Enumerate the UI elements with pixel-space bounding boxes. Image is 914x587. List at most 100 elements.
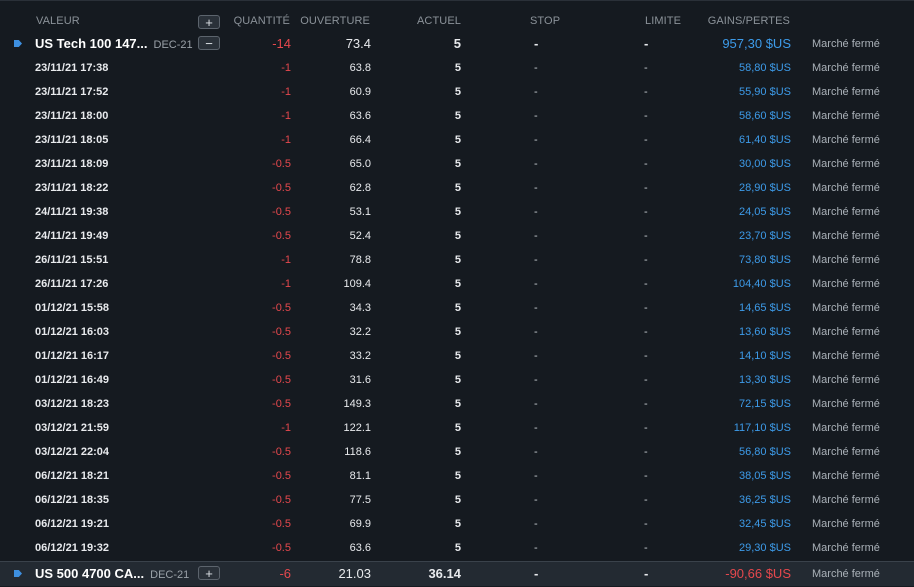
position-date[interactable]: 23/11/21 17:38: [35, 56, 108, 80]
stop-value[interactable]: -: [534, 56, 538, 80]
stop-value[interactable]: -: [534, 152, 538, 176]
position-date[interactable]: 03/12/21 21:59: [35, 416, 109, 440]
position-row[interactable]: 03/12/21 21:59 -1 122.1 5 - - 117,10 $US Marché…: [0, 416, 914, 440]
position-row[interactable]: 06/12/21 19:32 -0.5 63.6 5 - - 29,30 $US Marché…: [0, 536, 914, 560]
limit-value[interactable]: -: [644, 320, 648, 344]
stop-value[interactable]: -: [534, 344, 538, 368]
position-row[interactable]: 03/12/21 18:23 -0.5 149.3 5 - - 72,15 $US March…: [0, 392, 914, 416]
position-row[interactable]: 23/11/21 18:22 -0.5 62.8 5 - - 28,90 $US Marché…: [0, 176, 914, 200]
collapse-group-button[interactable]: −: [198, 36, 220, 50]
limit-value[interactable]: -: [644, 368, 648, 392]
stop-value[interactable]: -: [534, 536, 538, 560]
header-valeur[interactable]: VALEUR: [36, 15, 80, 27]
position-date[interactable]: 01/12/21 15:58: [35, 296, 109, 320]
header-quantite[interactable]: QUANTITÉ: [234, 15, 290, 27]
position-date[interactable]: 23/11/21 18:00: [35, 104, 108, 128]
limit-value[interactable]: -: [644, 416, 648, 440]
limit-value[interactable]: -: [644, 80, 648, 104]
limit-value[interactable]: -: [644, 104, 648, 128]
limit-value[interactable]: -: [644, 296, 648, 320]
position-row[interactable]: 06/12/21 19:21 -0.5 69.9 5 - - 32,45 $US Marché…: [0, 512, 914, 536]
position-row[interactable]: 01/12/21 16:03 -0.5 32.2 5 - - 13,60 $US Marché…: [0, 320, 914, 344]
stop-value[interactable]: -: [534, 416, 538, 440]
stop-value[interactable]: -: [534, 320, 538, 344]
position-date[interactable]: 26/11/21 15:51: [35, 248, 108, 272]
position-row[interactable]: 23/11/21 17:38 -1 63.8 5 - - 58,80 $US Marché f…: [0, 56, 914, 80]
stop-value[interactable]: -: [534, 128, 538, 152]
position-row[interactable]: 23/11/21 18:09 -0.5 65.0 5 - - 30,00 $US Marché…: [0, 152, 914, 176]
limit-value[interactable]: -: [644, 440, 648, 464]
expand-group-button[interactable]: +: [198, 566, 220, 580]
stop-value[interactable]: -: [534, 488, 538, 512]
stop-value[interactable]: -: [534, 248, 538, 272]
position-row[interactable]: 06/12/21 18:35 -0.5 77.5 5 - - 36,25 $US Marché…: [0, 488, 914, 512]
stop-value[interactable]: -: [534, 296, 538, 320]
position-row[interactable]: 23/11/21 18:05 -1 66.4 5 - - 61,40 $US Marché f…: [0, 128, 914, 152]
stop-value[interactable]: -: [534, 368, 538, 392]
limit-value[interactable]: -: [644, 152, 648, 176]
stop-value[interactable]: -: [534, 512, 538, 536]
stop-value[interactable]: -: [534, 200, 538, 224]
stop-value[interactable]: -: [534, 104, 538, 128]
limit-value[interactable]: -: [644, 536, 648, 560]
limit-value[interactable]: -: [644, 464, 648, 488]
position-row[interactable]: 03/12/21 22:04 -0.5 118.6 5 - - 56,80 $US March…: [0, 440, 914, 464]
position-row[interactable]: 01/12/21 16:49 -0.5 31.6 5 - - 13,30 $US Marché…: [0, 368, 914, 392]
add-position-button[interactable]: +: [198, 15, 220, 29]
stop-value[interactable]: -: [534, 176, 538, 200]
instrument-name[interactable]: US 500 4700 CA... DEC-21: [35, 562, 189, 586]
position-row[interactable]: 24/11/21 19:38 -0.5 53.1 5 - - 24,05 $US Marché…: [0, 200, 914, 224]
position-date[interactable]: 24/11/21 19:38: [35, 200, 108, 224]
limit-value[interactable]: -: [644, 56, 648, 80]
limit-value[interactable]: -: [644, 512, 648, 536]
position-group-us-500[interactable]: US 500 4700 CA... DEC-21 + -6 21.03 36.14…: [0, 561, 914, 586]
limit-value[interactable]: -: [644, 200, 648, 224]
position-row[interactable]: 24/11/21 19:49 -0.5 52.4 5 - - 23,70 $US Marché…: [0, 224, 914, 248]
limit-value[interactable]: -: [644, 272, 648, 296]
limit-value[interactable]: -: [644, 248, 648, 272]
stop-value[interactable]: -: [534, 464, 538, 488]
position-date[interactable]: 03/12/21 18:23: [35, 392, 109, 416]
position-date[interactable]: 06/12/21 19:21: [35, 512, 109, 536]
stop-value[interactable]: -: [534, 80, 538, 104]
limit-value[interactable]: -: [644, 176, 648, 200]
limit-value[interactable]: -: [644, 488, 648, 512]
header-ouverture[interactable]: OUVERTURE: [300, 15, 370, 27]
header-actuel[interactable]: ACTUEL: [417, 15, 461, 27]
instrument-name[interactable]: US Tech 100 147... DEC-21: [35, 32, 193, 56]
limit-value[interactable]: -: [644, 562, 648, 586]
limit-value[interactable]: -: [644, 32, 648, 56]
position-date[interactable]: 01/12/21 16:03: [35, 320, 109, 344]
position-row[interactable]: 23/11/21 17:52 -1 60.9 5 - - 55,90 $US Marché f…: [0, 80, 914, 104]
header-gains-pertes[interactable]: GAINS/PERTES: [708, 15, 790, 27]
stop-value[interactable]: -: [534, 562, 538, 586]
position-date[interactable]: 23/11/21 17:52: [35, 80, 108, 104]
position-date[interactable]: 23/11/21 18:22: [35, 176, 108, 200]
stop-value[interactable]: -: [534, 32, 538, 56]
position-group-us-tech-100[interactable]: US Tech 100 147... DEC-21 − -14 73.4 5 - …: [0, 32, 914, 56]
position-date[interactable]: 01/12/21 16:49: [35, 368, 109, 392]
limit-value[interactable]: -: [644, 224, 648, 248]
position-row[interactable]: 23/11/21 18:00 -1 63.6 5 - - 58,60 $US Marché f…: [0, 104, 914, 128]
position-date[interactable]: 03/12/21 22:04: [35, 440, 109, 464]
stop-value[interactable]: -: [534, 224, 538, 248]
position-date[interactable]: 06/12/21 18:35: [35, 488, 109, 512]
limit-value[interactable]: -: [644, 128, 648, 152]
stop-value[interactable]: -: [534, 272, 538, 296]
position-row[interactable]: 26/11/21 17:26 -1 109.4 5 - - 104,40 $US Marché…: [0, 272, 914, 296]
position-date[interactable]: 01/12/21 16:17: [35, 344, 109, 368]
position-date[interactable]: 23/11/21 18:09: [35, 152, 108, 176]
header-limite[interactable]: LIMITE: [645, 15, 681, 27]
position-date[interactable]: 23/11/21 18:05: [35, 128, 108, 152]
limit-value[interactable]: -: [644, 392, 648, 416]
position-date[interactable]: 24/11/21 19:49: [35, 224, 108, 248]
position-date[interactable]: 06/12/21 19:32: [35, 536, 109, 560]
position-row[interactable]: 06/12/21 18:21 -0.5 81.1 5 - - 38,05 $US Marché…: [0, 464, 914, 488]
position-date[interactable]: 26/11/21 17:26: [35, 272, 108, 296]
stop-value[interactable]: -: [534, 392, 538, 416]
position-row[interactable]: 01/12/21 16:17 -0.5 33.2 5 - - 14,10 $US Marché…: [0, 344, 914, 368]
stop-value[interactable]: -: [534, 440, 538, 464]
header-stop[interactable]: STOP: [530, 15, 560, 27]
limit-value[interactable]: -: [644, 344, 648, 368]
position-row[interactable]: 01/12/21 15:58 -0.5 34.3 5 - - 14,65 $US Marché…: [0, 296, 914, 320]
